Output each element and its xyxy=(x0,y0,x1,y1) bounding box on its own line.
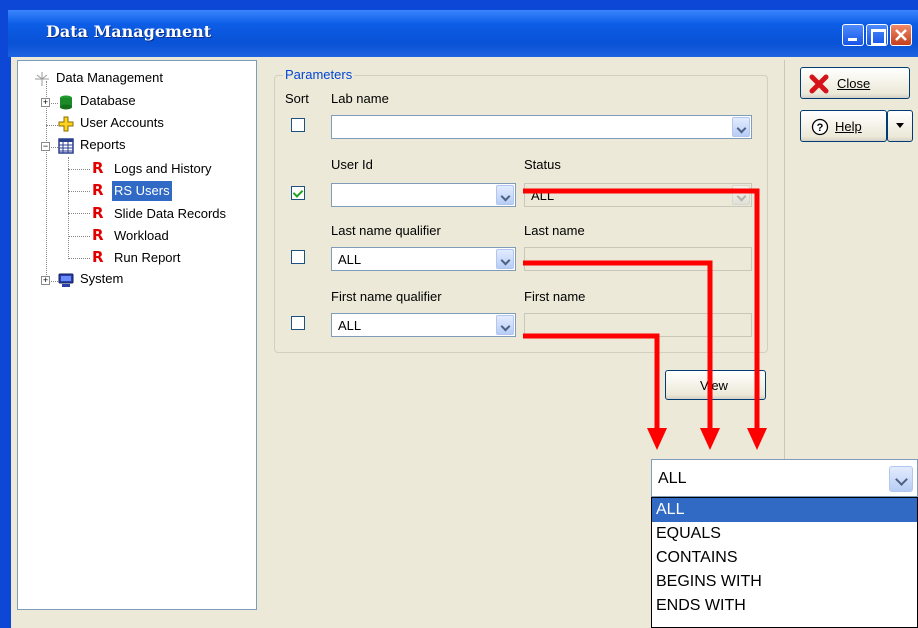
close-button[interactable]: Close xyxy=(800,67,910,99)
help-button[interactable]: ? Help xyxy=(800,110,887,142)
chevron-down-icon[interactable] xyxy=(496,249,514,269)
tree-item-data-management[interactable]: Data Management xyxy=(34,68,165,88)
report-r-icon: R xyxy=(92,226,104,244)
close-button-label: Close xyxy=(837,76,871,91)
tree-item-label: Slide Data Records xyxy=(114,206,226,221)
expand-system-toggle[interactable]: + xyxy=(41,276,50,285)
tree-item-label: Reports xyxy=(80,137,126,152)
tree-item-label: Data Management xyxy=(56,70,163,85)
database-icon xyxy=(58,94,74,110)
qualifier-dropdown[interactable]: ALL xyxy=(651,459,918,497)
last-name-sort-checkbox[interactable] xyxy=(291,250,305,264)
tree-item-database[interactable]: Database xyxy=(58,91,138,111)
last-name-qualifier-label: Last name qualifier xyxy=(331,223,441,238)
first-name-qualifier-label: First name qualifier xyxy=(331,289,442,304)
tree-item-label: Logs and History xyxy=(114,161,212,176)
option-begins-with[interactable]: BEGINS WITH xyxy=(652,570,917,594)
app-window: Data Management Data Management + Databa… xyxy=(0,0,918,628)
tree-item-label: Database xyxy=(80,93,136,108)
lab-name-label: Lab name xyxy=(331,91,389,106)
chevron-down-icon[interactable] xyxy=(889,466,913,492)
option-contains[interactable]: CONTAINS xyxy=(652,546,917,570)
view-button[interactable]: View xyxy=(665,370,766,400)
tree-item-rs-users[interactable]: R RS Users xyxy=(92,180,172,201)
tree-item-user-accounts[interactable]: User Accounts xyxy=(58,113,166,133)
chevron-down-icon[interactable] xyxy=(496,185,514,205)
chevron-down-icon[interactable] xyxy=(732,185,750,205)
parameters-group-title: Parameters xyxy=(283,67,355,82)
report-r-icon: R xyxy=(92,248,104,266)
lab-name-select[interactable] xyxy=(331,115,752,139)
help-icon: ? xyxy=(811,118,829,136)
tree-item-reports[interactable]: Reports xyxy=(58,135,128,155)
first-name-input[interactable] xyxy=(524,313,752,337)
tree-item-label: Workload xyxy=(114,228,169,243)
tree-root-icon xyxy=(34,71,50,87)
help-dropdown-button[interactable] xyxy=(887,110,913,142)
tree-item-label: User Accounts xyxy=(80,115,164,130)
report-r-icon: R xyxy=(92,204,104,222)
qualifier-dropdown-value: ALL xyxy=(658,470,687,487)
last-name-qualifier-value: ALL xyxy=(338,252,362,267)
tree-item-run-report[interactable]: R Run Report xyxy=(92,247,182,267)
tree-item-label: System xyxy=(80,271,124,286)
tree-item-label: RS Users xyxy=(112,181,172,201)
red-x-icon xyxy=(809,74,829,94)
qualifier-options-list[interactable]: ALL EQUALS CONTAINS BEGINS WITH ENDS WIT… xyxy=(651,497,918,628)
first-name-qualifier-value: ALL xyxy=(338,318,362,333)
expand-database-toggle[interactable]: + xyxy=(41,98,50,107)
view-button-label: View xyxy=(700,378,728,393)
lab-name-sort-checkbox[interactable] xyxy=(291,118,305,132)
last-name-input[interactable] xyxy=(524,247,752,271)
option-equals[interactable]: EQUALS xyxy=(652,522,917,546)
tree-item-workload[interactable]: R Workload xyxy=(92,225,171,245)
close-icon xyxy=(895,29,907,41)
title-bar[interactable]: Data Management xyxy=(8,10,918,57)
minimize-button[interactable] xyxy=(842,24,864,46)
window-title: Data Management xyxy=(46,22,212,41)
first-name-sort-checkbox[interactable] xyxy=(291,316,305,330)
system-icon xyxy=(58,272,74,288)
status-label: Status xyxy=(524,157,561,172)
reports-icon xyxy=(58,137,74,154)
user-id-sort-checkbox[interactable] xyxy=(291,186,305,200)
sort-column-label: Sort xyxy=(285,91,309,106)
last-name-qualifier-select[interactable]: ALL xyxy=(331,247,516,271)
first-name-qualifier-select[interactable]: ALL xyxy=(331,313,516,337)
report-r-icon: R xyxy=(92,181,104,199)
chevron-down-icon[interactable] xyxy=(496,315,514,335)
status-value: ALL xyxy=(531,188,555,203)
tree-item-system[interactable]: System xyxy=(58,269,125,289)
help-button-label: Help xyxy=(835,119,862,134)
navigation-tree[interactable]: Data Management + Database User Accounts… xyxy=(17,60,257,610)
collapse-reports-toggle[interactable]: − xyxy=(41,142,50,151)
maximize-button[interactable] xyxy=(866,24,888,46)
tree-item-label: Run Report xyxy=(114,250,181,265)
svg-text:?: ? xyxy=(817,122,824,134)
status-select[interactable]: ALL xyxy=(524,183,752,207)
user-accounts-icon xyxy=(58,116,74,132)
user-id-select[interactable] xyxy=(331,183,516,207)
option-all[interactable]: ALL xyxy=(652,498,917,522)
user-id-label: User Id xyxy=(331,157,373,172)
option-ends-with[interactable]: ENDS WITH xyxy=(652,594,917,618)
last-name-label: Last name xyxy=(524,223,585,238)
chevron-down-icon[interactable] xyxy=(732,117,750,137)
report-r-icon: R xyxy=(92,159,104,177)
first-name-label: First name xyxy=(524,289,586,304)
close-window-button[interactable] xyxy=(890,24,912,46)
tree-item-logs-and-history[interactable]: R Logs and History xyxy=(92,158,214,178)
tree-item-slide-data-records[interactable]: R Slide Data Records xyxy=(92,203,228,223)
caret-down-icon xyxy=(896,123,904,128)
